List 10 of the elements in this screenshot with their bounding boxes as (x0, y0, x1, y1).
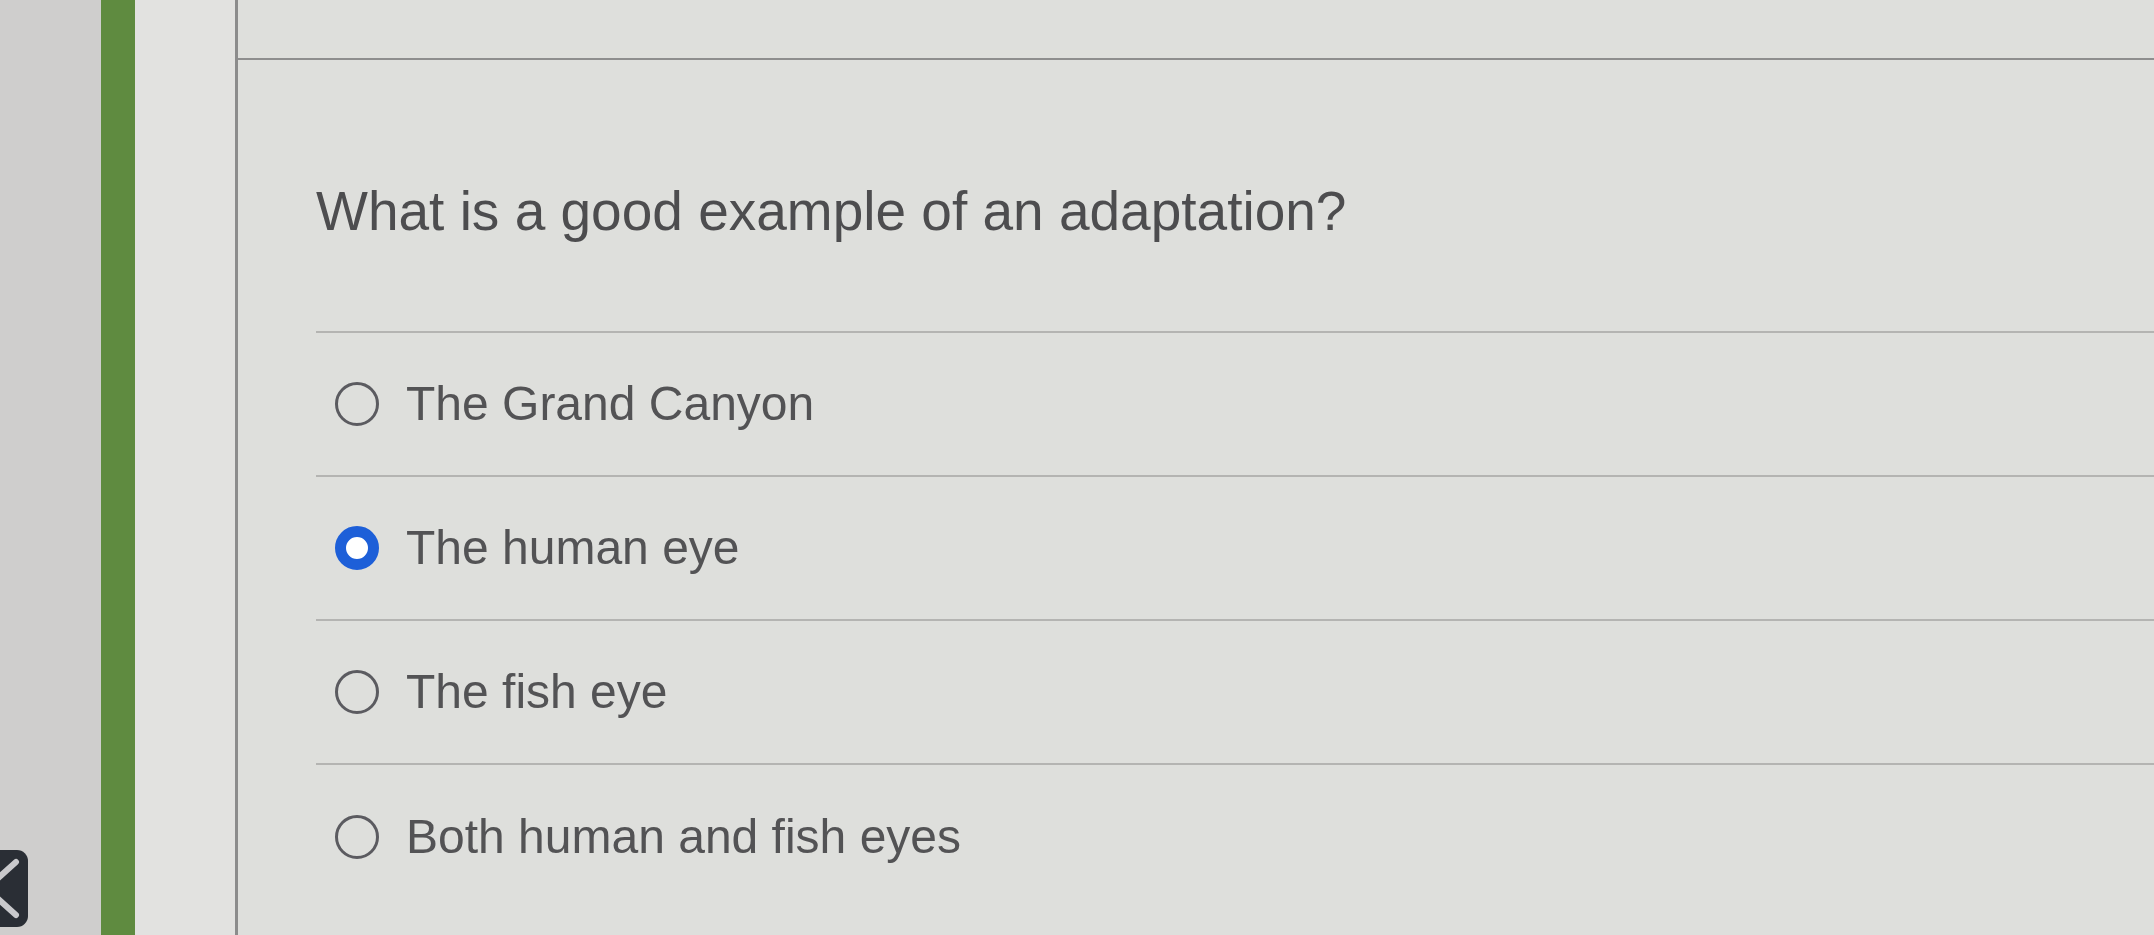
close-icon[interactable] (0, 850, 28, 927)
option-label: The human eye (406, 520, 740, 576)
radio-button[interactable] (335, 526, 379, 570)
radio-button[interactable] (335, 815, 379, 859)
option-label: Both human and fish eyes (406, 809, 962, 865)
radio-button[interactable] (335, 670, 379, 714)
radio-button[interactable] (335, 382, 379, 426)
option-label: The Grand Canyon (406, 376, 815, 432)
question-text: What is a good example of an adaptation? (316, 179, 1347, 244)
option-label: The fish eye (406, 664, 668, 720)
